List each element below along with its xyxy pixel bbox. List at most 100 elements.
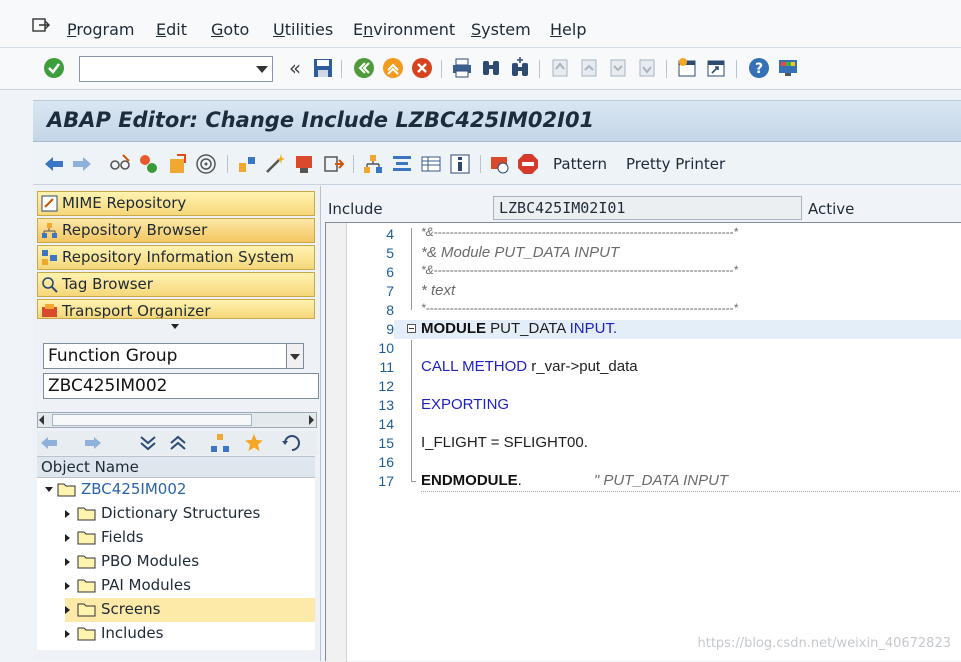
forward-arrow-icon[interactable] bbox=[71, 153, 93, 175]
nav-transport-organizer[interactable]: Transport Organizer bbox=[37, 299, 315, 319]
object-name-input[interactable]: ZBC425IM002 bbox=[43, 373, 319, 399]
toolbar-separator bbox=[441, 60, 442, 78]
tree-node-label: PAI Modules bbox=[101, 576, 191, 594]
collapse-all-icon[interactable] bbox=[167, 433, 189, 453]
table-view-icon[interactable] bbox=[420, 153, 442, 175]
next-page-button[interactable] bbox=[606, 56, 630, 80]
expand-node-icon[interactable] bbox=[65, 582, 70, 590]
last-page-button[interactable] bbox=[635, 56, 659, 80]
menu-system[interactable]: System bbox=[471, 20, 531, 39]
tree-node-fields[interactable]: Fields bbox=[65, 526, 315, 550]
tree-back-icon[interactable] bbox=[39, 433, 61, 453]
expand-node-icon[interactable] bbox=[65, 630, 70, 638]
find-button[interactable] bbox=[479, 56, 503, 80]
tree-node-label: Includes bbox=[101, 624, 164, 642]
object-navigator-pane: MIME Repository Repository Browser Repos… bbox=[33, 186, 321, 661]
new-session-icon bbox=[678, 58, 696, 77]
breakpoint-icon[interactable] bbox=[489, 153, 511, 175]
save-button[interactable] bbox=[311, 56, 335, 80]
scroll-right-icon[interactable] bbox=[309, 415, 314, 425]
back-arrow-icon[interactable] bbox=[43, 153, 65, 175]
menu-environment[interactable]: Environment bbox=[353, 20, 455, 39]
horizontal-scrollbar[interactable] bbox=[37, 412, 317, 428]
line-number: 7 bbox=[386, 283, 394, 299]
navigate-icon[interactable] bbox=[323, 153, 345, 175]
save-icon bbox=[314, 59, 332, 77]
fold-collapse-icon[interactable] bbox=[407, 324, 416, 333]
keyword-input: INPUT. bbox=[569, 320, 618, 337]
stop-sign-icon[interactable] bbox=[517, 153, 539, 175]
hierarchy-icon[interactable] bbox=[362, 153, 384, 175]
menu-utilities[interactable]: Utilities bbox=[273, 20, 333, 39]
expand-node-icon[interactable] bbox=[65, 606, 70, 614]
page-title: ABAP Editor: Change Include LZBC425IM02I… bbox=[47, 108, 595, 132]
expand-node-icon[interactable] bbox=[65, 558, 70, 566]
exit-button[interactable] bbox=[381, 56, 405, 80]
create-session-button[interactable] bbox=[675, 56, 699, 80]
object-type-select[interactable]: Function Group bbox=[43, 343, 304, 369]
tree-node-includes[interactable]: Includes bbox=[65, 622, 315, 646]
help-button[interactable]: ? bbox=[747, 56, 771, 80]
tree-node-pai-modules[interactable]: PAI Modules bbox=[65, 574, 315, 598]
collapse-node-icon[interactable] bbox=[45, 487, 53, 492]
menu-program[interactable]: Program bbox=[67, 20, 135, 39]
menu-help[interactable]: Help bbox=[550, 20, 586, 39]
shortcut-button[interactable] bbox=[704, 56, 728, 80]
nav-tag-browser[interactable]: Tag Browser bbox=[37, 272, 315, 297]
display-object-icon[interactable] bbox=[294, 153, 316, 175]
pattern-button[interactable]: Pattern bbox=[553, 155, 607, 173]
menu-goto[interactable]: Goto bbox=[211, 20, 249, 39]
indent-icon[interactable] bbox=[391, 153, 413, 175]
shortcut-icon bbox=[707, 60, 725, 77]
repository-browser-icon bbox=[42, 223, 57, 238]
tree-node-screens[interactable]: Screens bbox=[65, 598, 315, 622]
nav-repository-information-system[interactable]: Repository Information System bbox=[37, 245, 315, 270]
customize-layout-button[interactable] bbox=[776, 56, 800, 80]
info-icon[interactable] bbox=[449, 153, 471, 175]
previous-page-button[interactable] bbox=[577, 56, 601, 80]
scroll-left-icon[interactable] bbox=[39, 415, 44, 425]
back-button[interactable] bbox=[352, 56, 376, 80]
collapse-command-field-button[interactable]: « bbox=[283, 56, 307, 80]
chevron-down-icon[interactable] bbox=[256, 66, 268, 73]
find-next-button[interactable] bbox=[508, 56, 532, 80]
check-syntax-icon[interactable] bbox=[137, 153, 159, 175]
expand-nav-icon[interactable] bbox=[171, 324, 179, 329]
mime-repository-icon bbox=[41, 195, 58, 212]
toolbar-separator bbox=[341, 60, 342, 78]
tree-forward-icon[interactable] bbox=[81, 433, 103, 453]
first-page-button[interactable] bbox=[548, 56, 572, 80]
favorites-star-icon[interactable] bbox=[243, 433, 265, 453]
code-editor[interactable]: 4 5 6 7 8 9 10 11 12 13 14 15 16 17 *&--… bbox=[325, 222, 961, 662]
expand-node-icon[interactable] bbox=[65, 534, 70, 542]
nav-mime-repository[interactable]: MIME Repository bbox=[37, 191, 315, 216]
command-field[interactable] bbox=[79, 56, 273, 82]
pretty-printer-button[interactable]: Pretty Printer bbox=[626, 155, 725, 173]
nav-repository-browser[interactable]: Repository Browser bbox=[37, 218, 315, 243]
scrollbar-thumb[interactable] bbox=[52, 414, 252, 426]
exit-menu-icon[interactable] bbox=[32, 18, 50, 34]
expand-node-icon[interactable] bbox=[65, 510, 70, 518]
print-button[interactable] bbox=[450, 56, 474, 80]
cancel-button[interactable] bbox=[410, 56, 434, 80]
glasses-pencil-icon[interactable] bbox=[109, 153, 131, 175]
object-list-icon[interactable] bbox=[236, 153, 258, 175]
tree-node-dictionary-structures[interactable]: Dictionary Structures bbox=[65, 502, 315, 526]
where-used-icon[interactable] bbox=[195, 153, 217, 175]
tree-node-pbo-modules[interactable]: PBO Modules bbox=[65, 550, 315, 574]
next-page-icon bbox=[610, 59, 626, 77]
nav-button-label: Repository Browser bbox=[62, 221, 208, 239]
enter-button[interactable] bbox=[42, 56, 66, 80]
chevron-down-icon[interactable] bbox=[286, 343, 304, 369]
refresh-icon[interactable] bbox=[281, 433, 303, 453]
tree-root-node[interactable]: ZBC425IM002 bbox=[45, 478, 315, 502]
expand-all-icon[interactable] bbox=[137, 433, 159, 453]
comment-block-guide bbox=[411, 228, 412, 310]
magic-wand-icon[interactable] bbox=[264, 153, 286, 175]
menu-edit[interactable]: Edit bbox=[156, 20, 187, 39]
first-page-icon bbox=[552, 59, 568, 77]
line-number: 14 bbox=[378, 416, 394, 432]
hierarchy-icon[interactable] bbox=[209, 433, 231, 453]
activate-icon[interactable] bbox=[167, 153, 189, 175]
toolbar-separator bbox=[539, 60, 540, 78]
